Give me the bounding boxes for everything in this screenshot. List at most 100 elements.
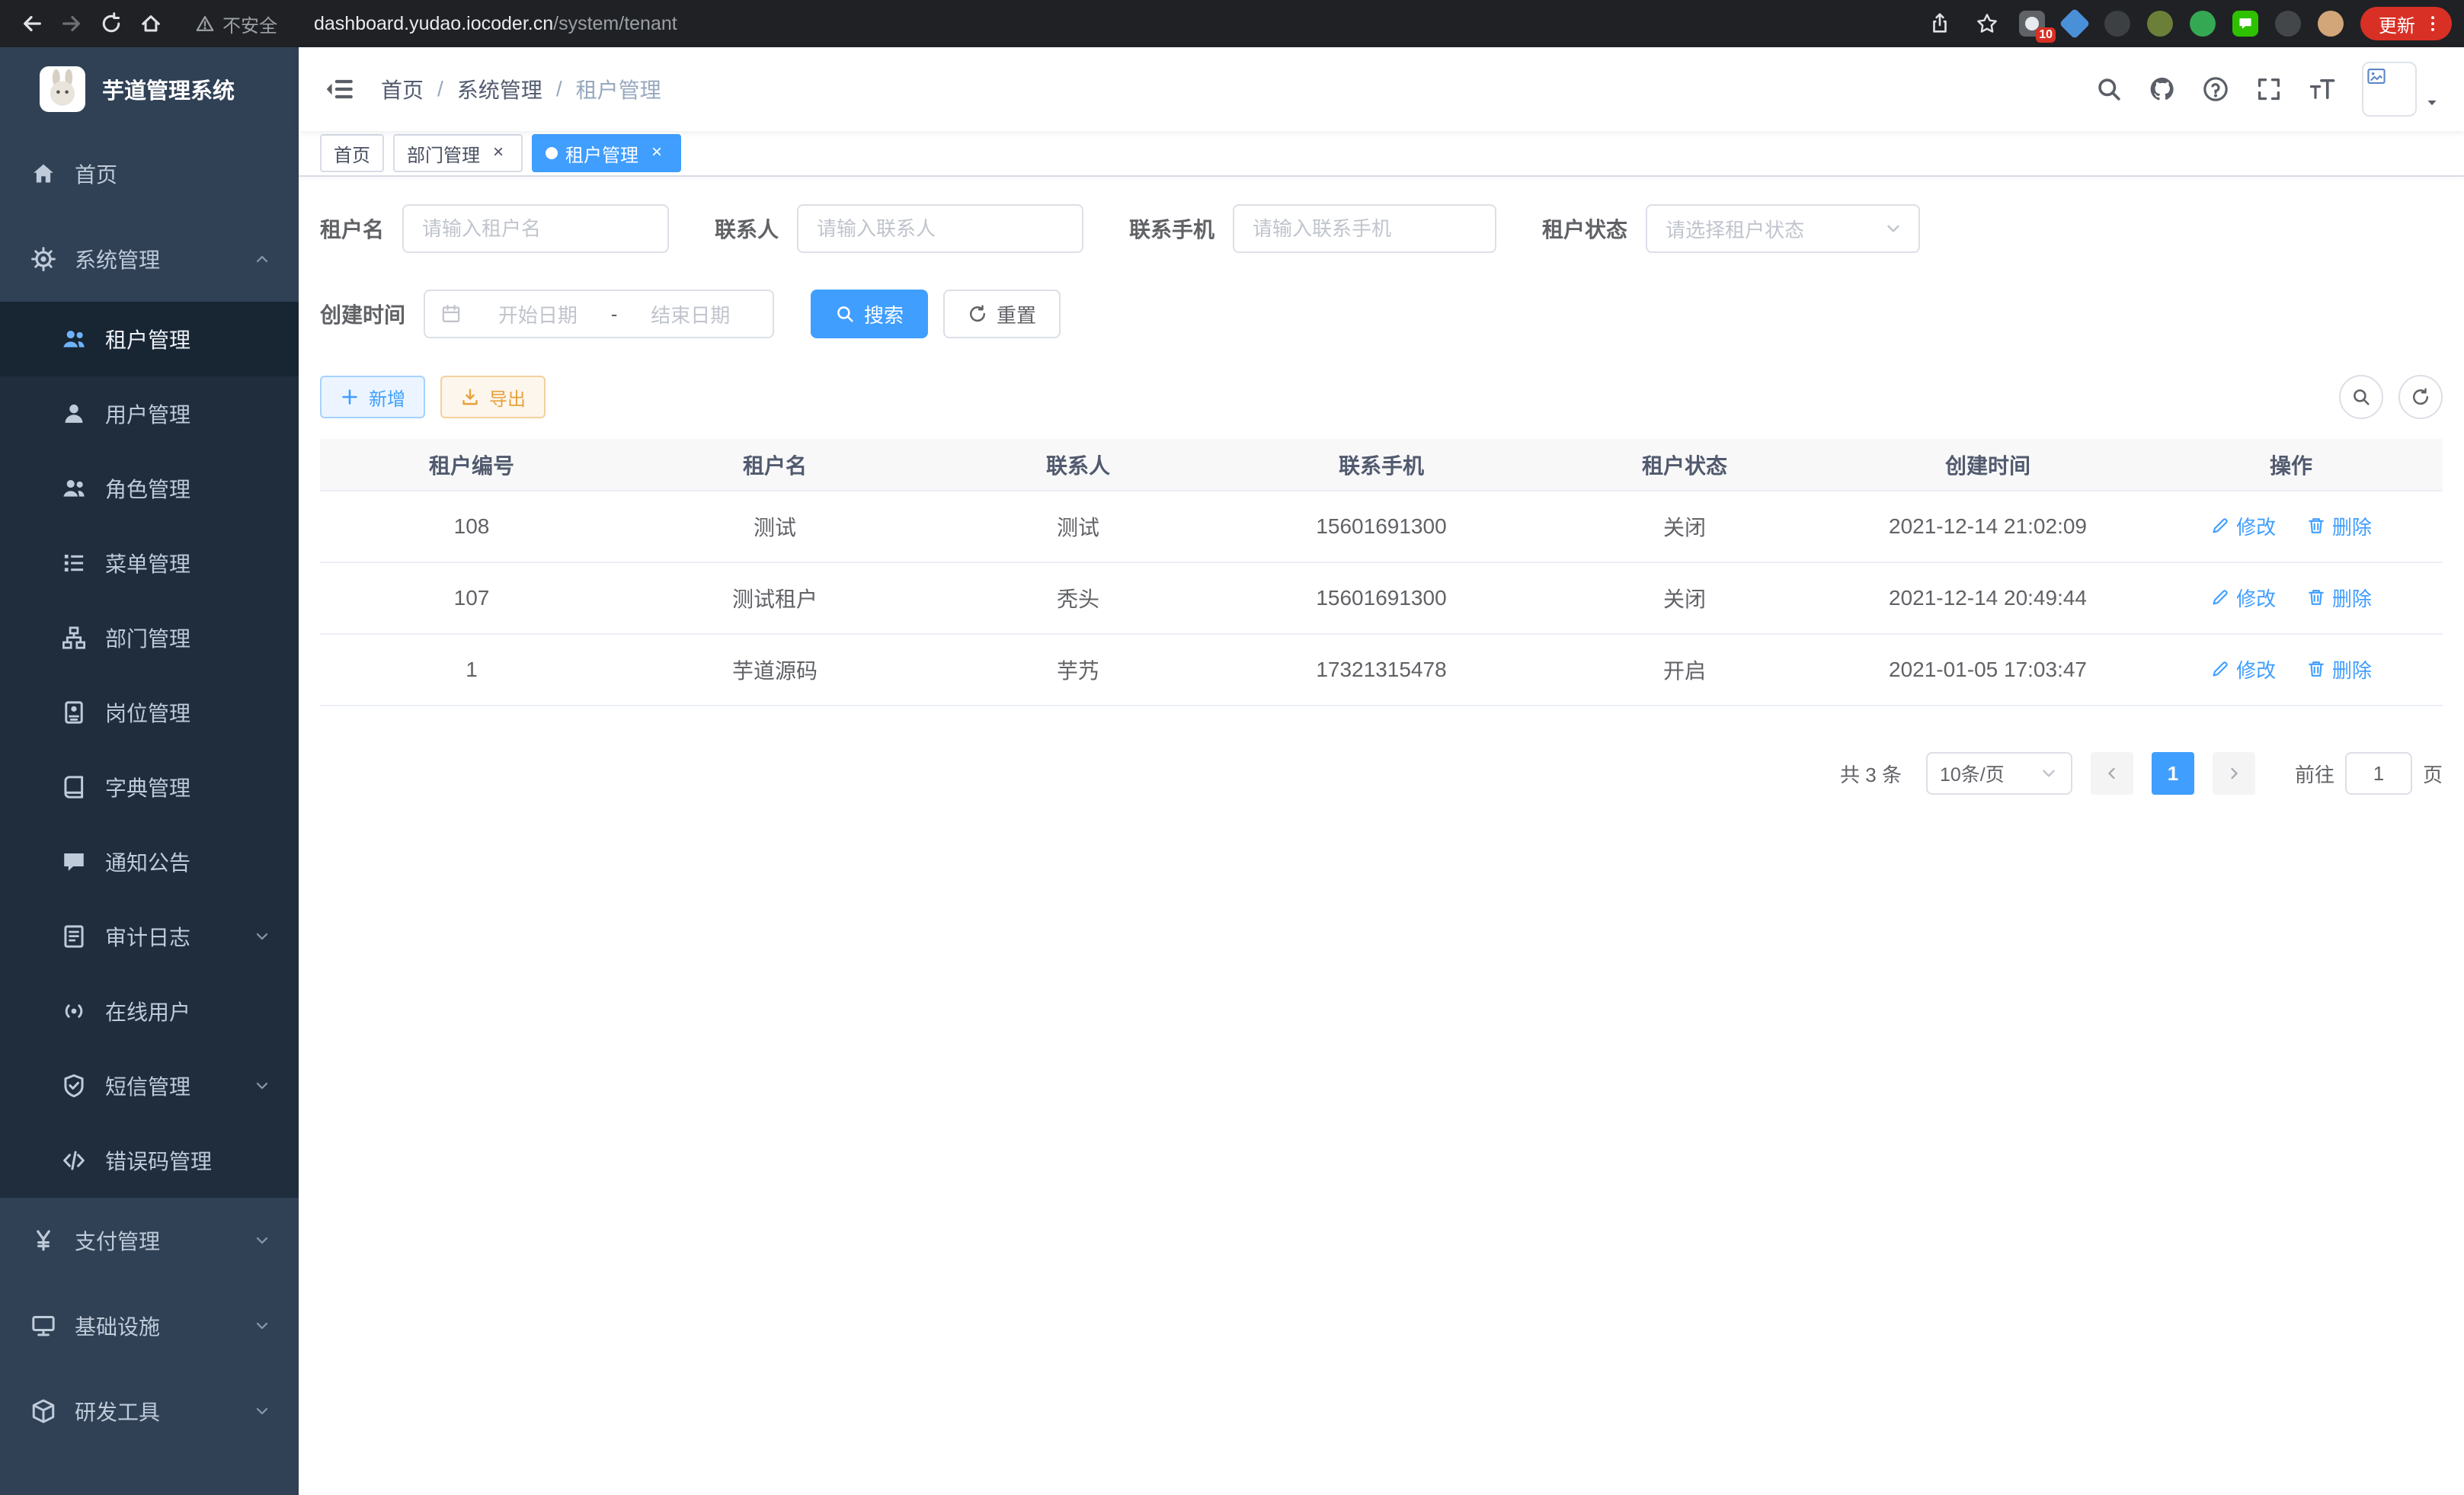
avatar[interactable] <box>2362 62 2417 117</box>
tenant-name-input[interactable] <box>402 204 669 253</box>
menu-item-icon <box>30 1228 56 1253</box>
start-date-placeholder: 开始日期 <box>471 300 605 328</box>
edit-link[interactable]: 修改 <box>2210 584 2276 612</box>
tab[interactable]: 部门管理 × <box>393 134 523 172</box>
sidebar-subitem[interactable]: 租户管理 <box>0 302 299 376</box>
edit-link[interactable]: 修改 <box>2210 655 2276 683</box>
goto-page-input[interactable] <box>2345 752 2412 795</box>
search-button[interactable]: 搜索 <box>811 290 928 338</box>
edit-link[interactable]: 修改 <box>2210 512 2276 540</box>
phone-input[interactable] <box>1233 204 1496 253</box>
sidebar-subitem[interactable]: 角色管理 <box>0 451 299 526</box>
sidebar-subitem[interactable]: 岗位管理 <box>0 675 299 750</box>
sidebar-subitem[interactable]: 在线用户 <box>0 974 299 1048</box>
next-page-button[interactable] <box>2213 752 2255 795</box>
sidebar-subitem[interactable]: 审计日志 <box>0 899 299 974</box>
tab[interactable]: 租户管理 × <box>532 134 681 172</box>
fullscreen-icon[interactable] <box>2255 75 2283 103</box>
font-size-icon[interactable] <box>2309 75 2336 103</box>
extension-icon[interactable] <box>2147 11 2173 37</box>
extension-icon[interactable] <box>2190 11 2216 37</box>
cell-status: 关闭 <box>1533 491 1836 562</box>
extension-icon[interactable] <box>2104 11 2130 37</box>
back-icon[interactable] <box>12 4 52 43</box>
page-number-button[interactable]: 1 <box>2152 752 2194 795</box>
add-button[interactable]: 新增 <box>320 376 425 418</box>
tenant-table: 租户编号 租户名 联系人 联系手机 租户状态 创建时间 操作 108 测 <box>320 439 2443 706</box>
kebab-menu-icon[interactable] <box>2423 14 2443 34</box>
tab-close-icon[interactable]: × <box>646 142 667 164</box>
tab-label: 部门管理 <box>407 140 480 167</box>
export-button[interactable]: 导出 <box>440 376 546 418</box>
arrow-right-icon <box>2226 765 2242 782</box>
address-bar[interactable]: dashboard.yudao.iocoder.cn/system/tenant <box>314 13 677 35</box>
sidebar-item-group[interactable]: 研发工具 <box>0 1369 299 1454</box>
contact-input[interactable] <box>797 204 1083 253</box>
extension-icon[interactable] <box>2059 8 2091 40</box>
refresh-icon <box>968 304 987 324</box>
goto-label: 前往 <box>2295 760 2334 788</box>
status-select[interactable]: 请选择租户状态 <box>1646 204 1920 253</box>
help-icon[interactable] <box>2202 75 2229 103</box>
bookmark-star-icon[interactable] <box>1972 4 2002 43</box>
date-range-separator: - <box>605 303 624 326</box>
tab-label: 租户管理 <box>565 140 638 167</box>
breadcrumb-system[interactable]: 系统管理 <box>457 74 542 104</box>
chevron-down-icon <box>253 1002 271 1020</box>
total-count: 共 3 条 <box>1840 760 1902 788</box>
edit-icon <box>2210 516 2230 536</box>
sidebar-item-group[interactable]: 基础设施 <box>0 1283 299 1369</box>
browser-actions: 10 更新 <box>1925 4 2452 43</box>
sidebar-subitem[interactable]: 用户管理 <box>0 376 299 451</box>
tab-close-icon[interactable]: × <box>488 142 509 164</box>
sidebar-subitem[interactable]: 短信管理 <box>0 1048 299 1123</box>
home-icon[interactable] <box>131 4 171 43</box>
reset-button[interactable]: 重置 <box>943 290 1061 338</box>
share-icon[interactable] <box>1925 4 1955 43</box>
reload-icon[interactable] <box>91 4 131 43</box>
sidebar-subitem[interactable]: 菜单管理 <box>0 526 299 600</box>
extension-icon[interactable]: 10 <box>2019 11 2045 37</box>
sidebar-item-home[interactable]: 首页 <box>0 131 299 216</box>
update-button[interactable]: 更新 <box>2360 7 2452 40</box>
delete-link[interactable]: 删除 <box>2306 655 2372 683</box>
search-icon <box>2351 387 2371 407</box>
extension-icon[interactable] <box>2232 11 2258 37</box>
prev-page-button[interactable] <box>2091 752 2133 795</box>
menu-item-label: 错误码管理 <box>105 1145 212 1176</box>
screen: 不安全 dashboard.yudao.iocoder.cn/system/te… <box>0 0 2464 1495</box>
delete-link[interactable]: 删除 <box>2306 584 2372 612</box>
chevron-down-icon <box>253 927 271 946</box>
github-icon[interactable] <box>2149 75 2176 103</box>
refresh-button[interactable] <box>2398 375 2443 419</box>
sidebar-item-group[interactable]: 支付管理 <box>0 1198 299 1283</box>
cell-phone: 15601691300 <box>1230 562 1533 634</box>
extension-badge: 10 <box>2036 27 2056 43</box>
date-range-picker[interactable]: 开始日期 - 结束日期 <box>424 290 774 338</box>
search-icon[interactable] <box>2095 75 2123 103</box>
sidebar-subitem[interactable]: 错误码管理 <box>0 1123 299 1198</box>
profile-avatar[interactable] <box>2318 11 2344 37</box>
search-icon <box>835 304 855 324</box>
sidebar-subitem[interactable]: 通知公告 <box>0 824 299 899</box>
app-logo[interactable]: 芋道管理系统 <box>0 47 299 131</box>
sidebar-submenu-system: 租户管理 用户管理 角色管理 菜单管理 <box>0 302 299 1198</box>
status-label: 租户状态 <box>1542 213 1627 244</box>
tab[interactable]: 首页 <box>320 134 384 172</box>
page-size-select[interactable]: 10条/页 <box>1926 752 2072 795</box>
breadcrumb-home[interactable]: 首页 <box>381 74 424 104</box>
menu-fold-icon[interactable] <box>323 73 355 105</box>
user-menu[interactable] <box>2362 62 2440 117</box>
toggle-search-button[interactable] <box>2339 375 2383 419</box>
filter-row-2: 创建时间 开始日期 - 结束日期 搜索 重置 <box>320 290 2443 338</box>
menu-item-icon <box>61 699 87 725</box>
delete-link[interactable]: 删除 <box>2306 512 2372 540</box>
sidebar-item-system[interactable]: 系统管理 <box>0 216 299 302</box>
sidebar-subitem[interactable]: 部门管理 <box>0 600 299 675</box>
extension-icon[interactable] <box>2275 11 2301 37</box>
sidebar-subitem[interactable]: 字典管理 <box>0 750 299 824</box>
forward-icon[interactable] <box>52 4 91 43</box>
security-chip[interactable]: 不安全 <box>195 11 277 37</box>
edit-icon <box>2210 587 2230 607</box>
column-header-phone: 联系手机 <box>1230 439 1533 491</box>
